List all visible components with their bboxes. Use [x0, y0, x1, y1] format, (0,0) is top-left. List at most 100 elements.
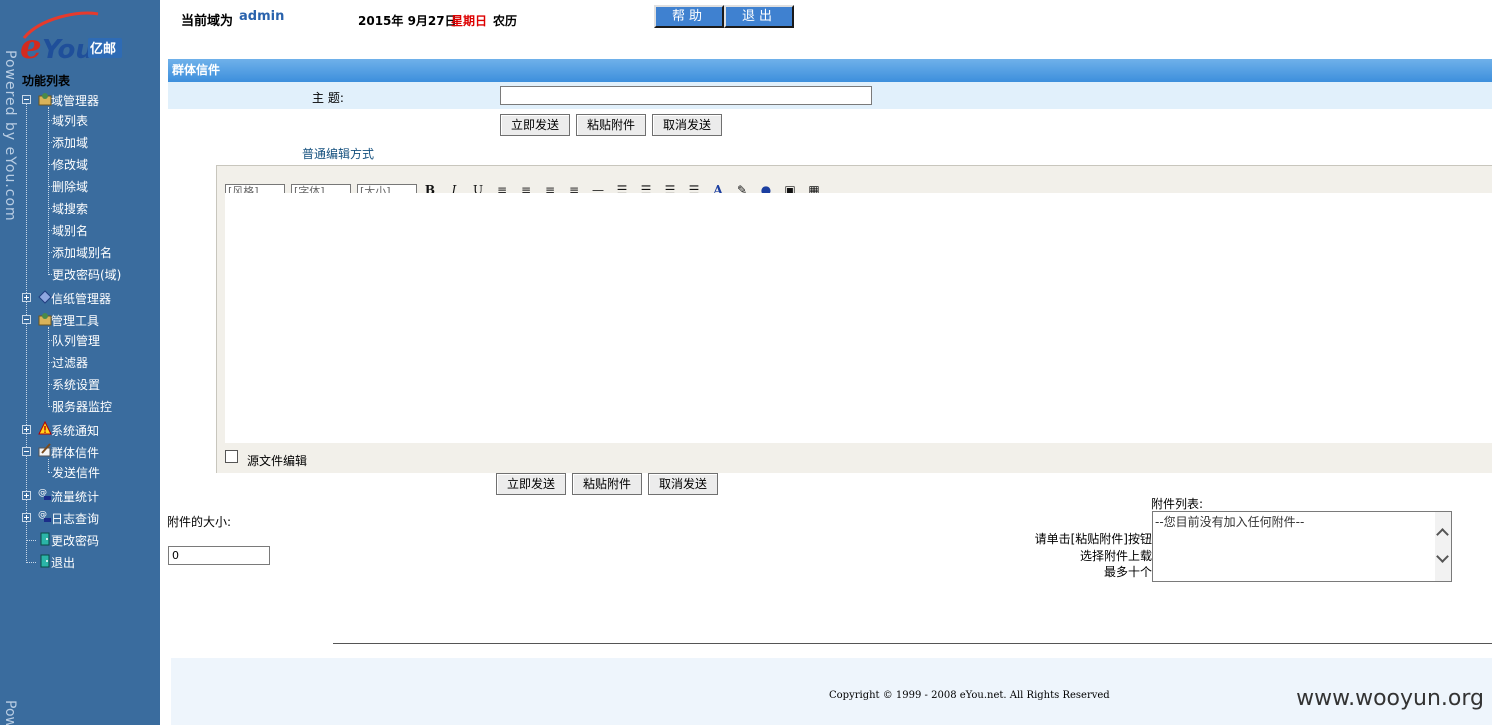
sidebar-item-send-mail[interactable]: 发送信件	[48, 461, 100, 483]
subject-input[interactable]	[500, 86, 872, 105]
sidebar-item-label: 过滤器	[52, 355, 89, 370]
sidebar-item-label: 域搜索	[52, 201, 89, 216]
domain-folder-icon	[38, 92, 52, 106]
sidebar-item-domain-alias[interactable]: 域别名	[48, 219, 88, 241]
sidebar-item-label: 队列管理	[52, 333, 101, 348]
expand-icon[interactable]	[22, 425, 31, 434]
main-content: 当前域为 admin 2015年 9月27日 星期日 农历 帮助 退出 群体信件…	[160, 0, 1492, 725]
sidebar-item-label: 添加域别名	[52, 245, 113, 260]
sidebar-item-change-password[interactable]: 更改密码	[22, 529, 99, 551]
tree-line	[26, 562, 36, 563]
expand-icon[interactable]	[22, 491, 31, 500]
sidebar-item-queue-management[interactable]: 队列管理	[48, 329, 100, 351]
sidebar: Powered by eYou.com Pow e You 亿邮 功能列表 域管…	[0, 0, 160, 725]
cancel-send-button-bottom[interactable]: 取消发送	[648, 473, 718, 495]
current-date: 2015年 9月27日	[358, 14, 457, 28]
send-now-button[interactable]: 立即发送	[500, 114, 570, 136]
sidebar-item-add-domain-alias[interactable]: 添加域别名	[48, 241, 112, 263]
sidebar-item-system-settings[interactable]: 系统设置	[48, 373, 100, 395]
sidebar-item-filter[interactable]: 过滤器	[48, 351, 88, 373]
function-list-title: 功能列表	[22, 74, 71, 88]
sidebar-item-label: 域别名	[52, 223, 89, 238]
door-icon	[38, 532, 52, 546]
subject-row: 主 题:	[168, 82, 1492, 109]
powered-by-text-bottom: Pow	[2, 700, 18, 725]
tree-line	[48, 406, 52, 407]
footer-divider	[333, 643, 1492, 644]
expand-icon[interactable]	[22, 293, 31, 302]
attachment-size-label: 附件的大小:	[167, 515, 232, 529]
svg-text:You: You	[42, 35, 94, 64]
current-weekday: 星期日	[451, 14, 488, 28]
attachment-list[interactable]: --您目前没有加入任何附件--	[1152, 511, 1452, 582]
sidebar-item-label: 信纸管理器	[51, 291, 112, 306]
collapse-icon[interactable]	[22, 95, 31, 104]
source-edit-label: 源文件编辑	[247, 454, 308, 468]
tree-line	[48, 384, 52, 385]
tree-line	[48, 274, 52, 275]
tree-line	[48, 164, 52, 165]
expand-icon[interactable]	[22, 513, 31, 522]
tree-line	[48, 230, 52, 231]
svg-text:亿邮: 亿邮	[90, 41, 116, 57]
tree-line	[48, 142, 52, 143]
sidebar-item-log-query[interactable]: @ 日志查询	[22, 507, 99, 529]
stats-icon: @	[38, 487, 52, 501]
attachment-hint: 最多十个	[1103, 565, 1152, 579]
sidebar-item-edit-domain[interactable]: 修改域	[48, 153, 88, 175]
sidebar-item-label: 退出	[51, 555, 76, 570]
sidebar-item-mass-mail[interactable]: 群体信件	[22, 441, 99, 463]
sidebar-item-domain-search[interactable]: 域搜索	[48, 197, 88, 219]
door-icon	[38, 554, 52, 568]
sidebar-item-label: 更改密码(域)	[52, 267, 122, 282]
attachment-size-field[interactable]: 0	[168, 546, 270, 565]
sidebar-item-admin-tools[interactable]: 管理工具	[22, 309, 99, 331]
sidebar-item-add-domain[interactable]: 添加域	[48, 131, 88, 153]
section-title: 群体信件	[172, 63, 221, 77]
tree-line	[48, 186, 52, 187]
attachment-hint: 请单击[粘贴附件]按钮	[1034, 532, 1152, 546]
sidebar-item-logout[interactable]: 退出	[22, 551, 75, 573]
attachment-empty-message: --您目前没有加入任何附件--	[1155, 515, 1305, 529]
sidebar-item-label: 日志查询	[51, 511, 100, 526]
tree-line	[48, 208, 52, 209]
sidebar-item-label: 系统设置	[52, 377, 101, 392]
lunar-calendar-label: 农历	[493, 14, 518, 28]
send-now-button-bottom[interactable]: 立即发送	[496, 473, 566, 495]
sidebar-item-traffic-stats[interactable]: @ 流量统计	[22, 485, 99, 507]
sidebar-item-label: 删除域	[52, 179, 89, 194]
sidebar-item-label: 群体信件	[51, 445, 100, 460]
current-domain-label: 当前域为	[181, 14, 234, 29]
eyou-logo: e You 亿邮	[20, 8, 125, 64]
help-button[interactable]: 帮助	[654, 5, 724, 28]
cancel-send-button[interactable]: 取消发送	[652, 114, 722, 136]
attachment-list-scrollbar[interactable]	[1435, 512, 1451, 581]
section-title-bar: 群体信件	[168, 59, 1492, 82]
tree-line	[48, 120, 52, 121]
svg-text:e: e	[20, 27, 42, 64]
logout-button[interactable]: 退出	[724, 5, 794, 28]
collapse-icon[interactable]	[22, 447, 31, 456]
powered-by-text: Powered by eYou.com	[2, 50, 18, 222]
editor-content-area[interactable]	[225, 193, 1492, 443]
sidebar-item-domain-manager[interactable]: 域管理器	[22, 89, 99, 111]
normal-edit-mode-link[interactable]: 普通编辑方式	[302, 145, 374, 162]
attach-file-button[interactable]: 粘贴附件	[576, 114, 646, 136]
sidebar-item-server-monitor[interactable]: 服务器监控	[48, 395, 112, 417]
scroll-down-icon[interactable]	[1436, 550, 1449, 563]
tree-line	[26, 540, 36, 541]
sidebar-item-stationery-manager[interactable]: 信纸管理器	[22, 287, 111, 309]
sidebar-item-label: 域管理器	[51, 93, 100, 108]
sidebar-item-label: 发送信件	[52, 465, 101, 480]
collapse-icon[interactable]	[22, 315, 31, 324]
attach-file-button-bottom[interactable]: 粘贴附件	[572, 473, 642, 495]
scroll-up-icon[interactable]	[1436, 528, 1449, 541]
sidebar-item-delete-domain[interactable]: 删除域	[48, 175, 88, 197]
source-edit-checkbox[interactable]	[225, 450, 238, 463]
sidebar-item-change-domain-password[interactable]: 更改密码(域)	[48, 263, 121, 285]
sidebar-item-system-notice[interactable]: 系统通知	[22, 419, 99, 441]
log-icon: @	[38, 509, 52, 523]
sidebar-item-label: 修改域	[52, 157, 89, 172]
sidebar-item-label: 添加域	[52, 135, 89, 150]
sidebar-item-domain-list[interactable]: 域列表	[48, 109, 88, 131]
